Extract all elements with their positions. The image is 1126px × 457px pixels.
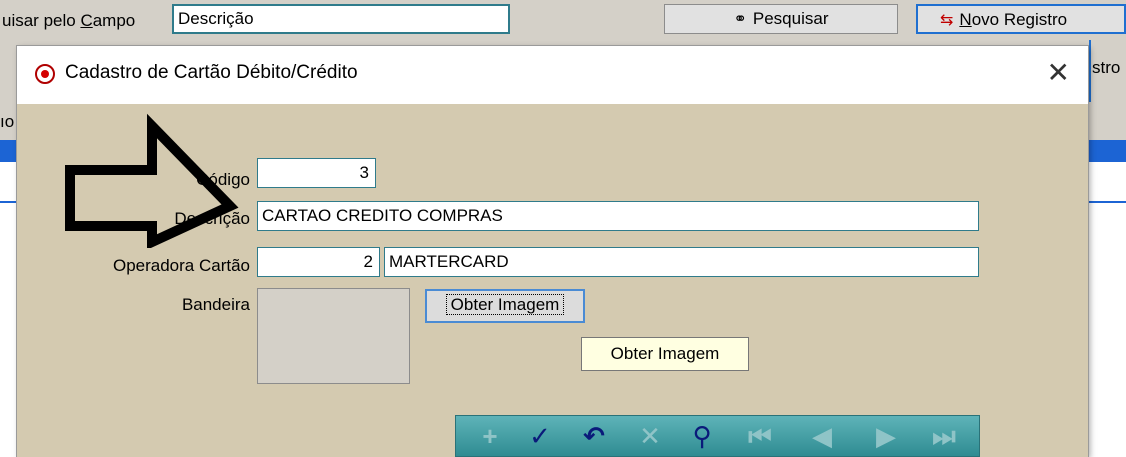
operadora-name-field[interactable]: MARTERCARD [384,247,979,277]
background-button-fragment[interactable]: stro [1092,58,1120,78]
operadora-label: Operadora Cartão [112,256,250,275]
bandeira-image-box [257,288,410,384]
background-label-fragment: ıo [0,112,15,131]
dialog-titlebar[interactable]: Cadastro de Cartão Débito/Crédito ✕ [17,46,1088,104]
new-record-button[interactable]: ⇆ Novo Registro [916,4,1126,34]
bandeira-label: Bandeira [181,295,250,314]
search-field-label: uisar pelo Campo [2,11,136,30]
background-button-border [1089,40,1091,102]
nav-next-button[interactable]: ▶ [860,416,912,456]
binoculars-icon: ⚭ [733,11,747,28]
search-field-select[interactable]: Descrição [172,4,510,34]
search-button[interactable]: ⚭ Pesquisar [664,4,898,34]
nav-prior-button[interactable]: ◀ [796,416,848,456]
operadora-code-field[interactable]: 2 [257,247,380,277]
dialog-title: Cadastro de Cartão Débito/Crédito [65,62,358,83]
nav-search-button[interactable]: ⚲ [676,416,728,456]
nav-undo-button[interactable]: ↶ [568,416,620,456]
codigo-field[interactable]: 3 [257,158,376,188]
nav-confirm-button[interactable]: ✓ [514,416,566,456]
obter-imagem-button[interactable]: Obter Imagem [425,289,585,323]
nav-last-button[interactable]: ⏭ [918,416,970,456]
search-toolbar: uisar pelo Campo Descrição ⚭ Pesquisar ⇆ N… [0,0,1126,40]
descricao-field[interactable]: CARTAO CREDITO COMPRAS [257,201,979,231]
nav-add-button[interactable]: + [464,416,516,456]
record-navigator: + ✓ ↶ ✕ ⚲ ⏮ ◀ ▶ ⏭ [455,415,980,457]
nav-first-button[interactable]: ⏮ [734,416,786,456]
nav-delete-button[interactable]: ✕ [624,416,676,456]
close-button[interactable]: ✕ [1047,56,1070,90]
new-record-icon: ⇆ [940,12,954,29]
app-icon [35,64,55,84]
obter-imagem-tooltip: Obter Imagem [581,337,749,371]
annotation-arrow-icon [65,113,239,248]
